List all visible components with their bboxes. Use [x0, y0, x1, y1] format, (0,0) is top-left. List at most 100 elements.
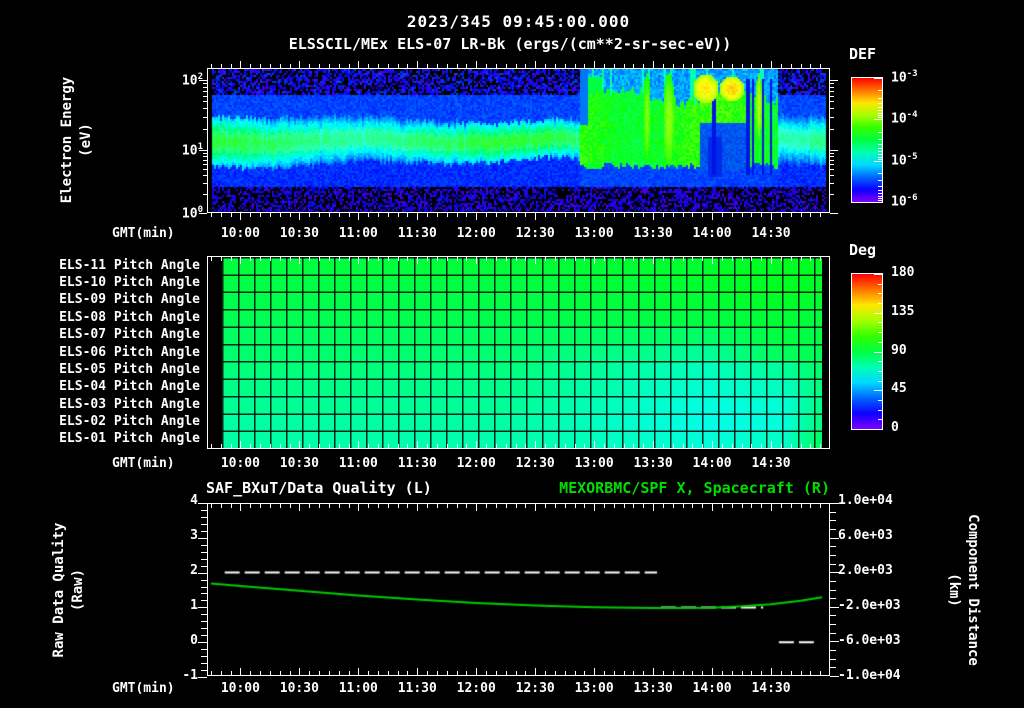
tick-mark [613, 213, 615, 217]
tick-mark [203, 86, 207, 88]
tick-mark [712, 257, 714, 264]
tick-mark [368, 64, 370, 68]
tick-mark [712, 441, 714, 448]
tick-mark [878, 97, 882, 99]
tick-mark [486, 671, 488, 675]
tick-mark [466, 671, 468, 675]
tick-mark [780, 444, 782, 448]
tick-mark [515, 504, 517, 508]
tick-mark [594, 257, 596, 264]
tick-mark [535, 504, 537, 511]
tick-mark [427, 213, 429, 217]
tick-mark [780, 257, 782, 261]
tick-mark [731, 64, 733, 68]
distance-y-axis-label: Component Distance (km) [942, 470, 982, 708]
tick-mark [810, 64, 812, 68]
tick-mark [279, 671, 281, 675]
tick-mark [525, 257, 527, 261]
tick-mark [289, 444, 291, 448]
tick-mark [269, 213, 271, 217]
tick-mark [201, 663, 207, 665]
x-tick-label: 11:00 [338, 681, 378, 696]
pitch-row-label: ELS-04 Pitch Angle [59, 379, 200, 395]
tick-mark [260, 671, 262, 675]
tick-mark [878, 131, 882, 133]
tick-mark [309, 504, 311, 508]
quality-label-text: Raw Data Quality [51, 522, 67, 658]
x-tick-label: 14:00 [692, 456, 732, 471]
tick-mark [309, 64, 311, 68]
tick-mark [830, 520, 836, 522]
tick-mark [810, 671, 812, 675]
tick-mark [874, 351, 882, 353]
tick-mark [878, 115, 882, 117]
tick-mark [338, 504, 340, 508]
tick-mark [790, 671, 792, 675]
tick-mark [751, 64, 753, 68]
tick-mark [712, 668, 714, 675]
tick-mark [495, 504, 497, 508]
tick-mark [554, 444, 556, 448]
tick-mark [653, 668, 655, 675]
tick-mark [486, 213, 488, 217]
tick-mark [830, 667, 836, 669]
tick-mark [878, 151, 882, 153]
tick-mark [201, 551, 207, 553]
tick-mark [830, 83, 834, 85]
tick-mark [771, 61, 773, 68]
quality-y-tick-label: 3 [190, 528, 198, 543]
tick-mark [201, 516, 207, 518]
tick-mark [633, 444, 635, 448]
tick-mark [368, 444, 370, 448]
tick-mark [603, 671, 605, 675]
x-tick-label: 11:30 [397, 226, 437, 241]
def-colorbar-tick-label: 10-3 [891, 69, 918, 86]
tick-mark [771, 668, 773, 675]
tick-mark [466, 213, 468, 217]
tick-mark [427, 257, 429, 261]
pitch-row-label: ELS-02 Pitch Angle [59, 413, 200, 429]
tick-mark [417, 213, 419, 220]
tick-mark [210, 504, 212, 508]
tick-mark [250, 213, 252, 217]
tick-mark [653, 504, 655, 511]
tick-mark [338, 671, 340, 675]
tick-mark [348, 671, 350, 675]
tick-mark [407, 504, 409, 508]
tick-mark [830, 641, 836, 643]
tick-mark [603, 504, 605, 508]
def-colorbar [851, 77, 883, 203]
distance-y-tick-label: 2.0e+03 [838, 563, 893, 578]
tick-mark [319, 671, 321, 675]
tick-mark [574, 444, 576, 448]
tick-mark [397, 64, 399, 68]
tick-mark [830, 194, 834, 196]
x-tick-label: 13:00 [574, 226, 614, 241]
tick-mark [741, 257, 743, 261]
tick-mark [299, 257, 301, 264]
tick-mark [751, 671, 753, 675]
tick-mark [878, 148, 882, 150]
tick-mark [535, 257, 537, 264]
x-tick-label: 14:30 [751, 681, 791, 696]
tick-mark [682, 257, 684, 261]
tick-mark [230, 444, 232, 448]
tick-mark [584, 257, 586, 261]
tick-mark [427, 64, 429, 68]
quality-y-tick-label: -1 [182, 668, 198, 683]
x-tick-label: 12:30 [515, 681, 555, 696]
tick-mark [240, 257, 242, 264]
tick-mark [436, 504, 438, 508]
tick-mark [800, 64, 802, 68]
y-axis-label-text: Electron Energy [59, 76, 75, 204]
tick-mark [574, 257, 576, 261]
tick-mark [545, 257, 547, 261]
tick-mark [741, 64, 743, 68]
tick-mark [653, 213, 655, 220]
tick-mark [878, 185, 882, 187]
quality-y-tick-label: 1 [190, 598, 198, 613]
tick-mark [554, 671, 556, 675]
tick-mark [800, 444, 802, 448]
tick-mark [358, 61, 360, 68]
tick-mark [878, 380, 882, 382]
